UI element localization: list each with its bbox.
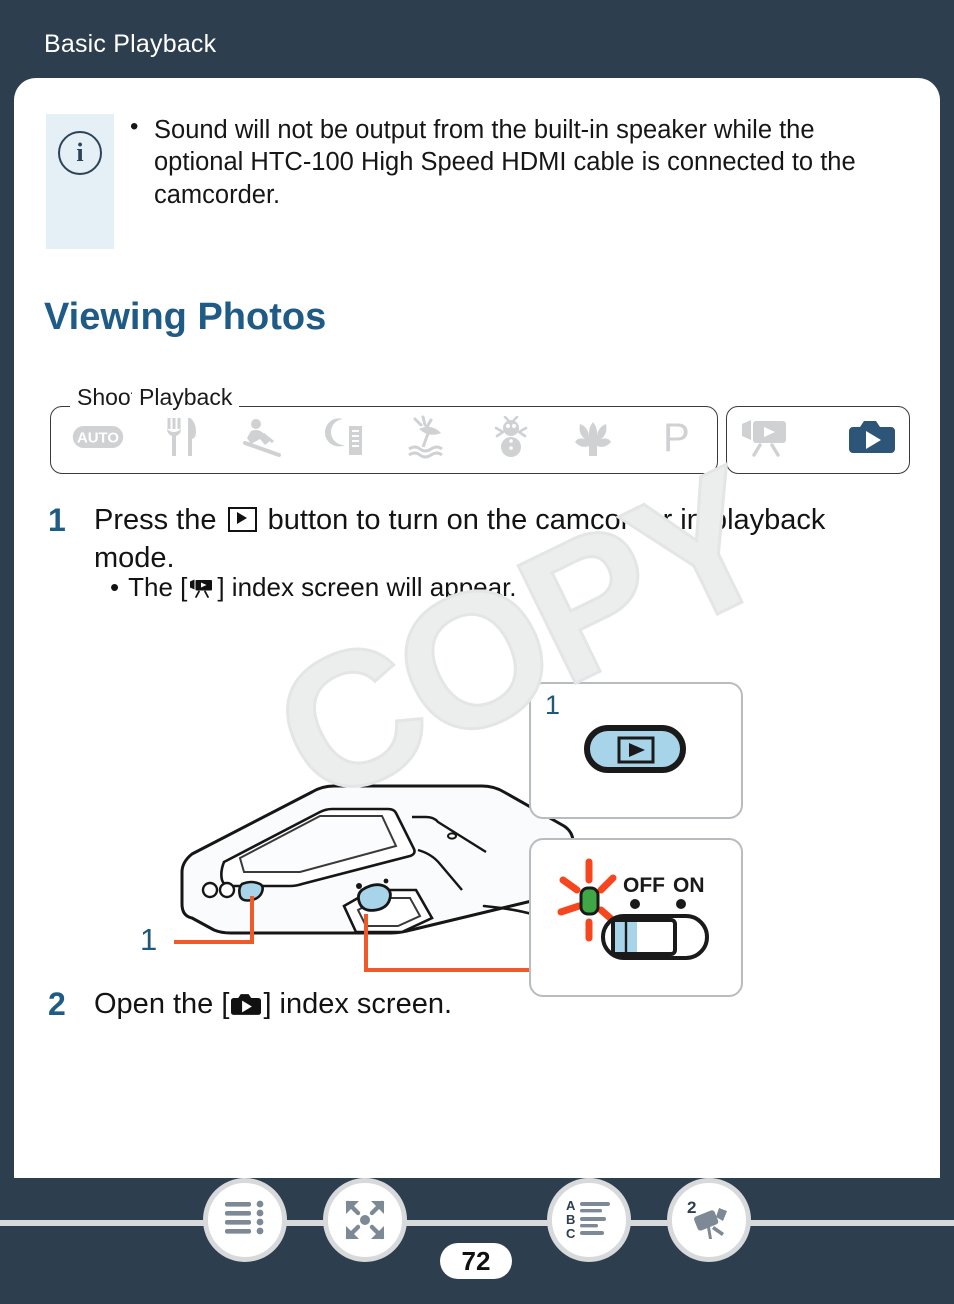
step-2: 2 Open the [ ] index screen.	[48, 986, 848, 1028]
footer-divider	[0, 1220, 954, 1226]
page-body: COPY i Sound will not be output from the…	[14, 78, 940, 1178]
substep-text-after: ] index screen will appear.	[217, 572, 517, 602]
shooting-mode-icons: AUTO P	[72, 415, 702, 459]
snow-mode-icon	[485, 416, 537, 458]
footer-navigation: ABC 2	[0, 1178, 954, 1304]
camera-section-button[interactable]: 2	[667, 1178, 751, 1262]
step-2-number: 2	[48, 986, 66, 1022]
expand-arrows-icon	[345, 1200, 385, 1240]
playback-mode-icons	[740, 416, 898, 458]
step-1: 1 Press the button to turn on the camcor…	[48, 502, 908, 577]
substep-bullet: •	[110, 572, 120, 602]
svg-text:B: B	[566, 1212, 575, 1227]
table-of-contents-icon	[225, 1200, 264, 1235]
page-title: Viewing Photos	[44, 296, 327, 338]
photo-index-glyph	[231, 990, 262, 1028]
camera-section-badge: 2	[687, 1198, 696, 1217]
beach-mode-icon	[402, 415, 454, 459]
expand-view-button[interactable]	[323, 1178, 407, 1262]
callout-power-switch: OFF ON	[529, 838, 743, 997]
chapter-title: Basic Playback	[44, 30, 217, 58]
svg-text:A: A	[566, 1199, 576, 1213]
leader-label-1: 1	[140, 922, 158, 957]
info-note-body: Sound will not be output from the built-…	[128, 112, 898, 211]
svg-text:C: C	[566, 1226, 576, 1241]
photo-playback-icon	[846, 416, 898, 458]
movie-index-glyph	[189, 576, 215, 607]
step-2-text: Open the [ ] index screen.	[94, 986, 452, 1028]
auto-mode-icon: AUTO	[72, 416, 124, 458]
step-1-text: Press the button to turn on the camcorde…	[94, 502, 884, 577]
info-note: i Sound will not be output from the buil…	[46, 112, 898, 249]
callout-1-number: 1	[545, 690, 561, 720]
info-circle-icon: i	[58, 131, 102, 175]
program-mode-icon: P	[650, 416, 702, 458]
svg-text:P: P	[663, 416, 690, 458]
abc-index-icon: ABC	[566, 1199, 610, 1241]
switch-on-label: ON	[673, 874, 705, 897]
step-2-text-after: ] index screen.	[263, 988, 453, 1020]
step-1-text-before: Press the	[94, 504, 217, 536]
sports-mode-icon	[237, 416, 289, 458]
info-note-icon-panel: i	[46, 114, 114, 249]
alphabetical-index-button[interactable]: ABC	[547, 1178, 631, 1262]
power-led-icon	[579, 886, 600, 916]
svg-text:AUTO: AUTO	[77, 430, 119, 447]
night-scene-mode-icon	[320, 416, 372, 458]
play-button-icon	[584, 725, 686, 773]
step-2-text-before: Open the [	[94, 988, 230, 1020]
page-number-badge: 72	[440, 1243, 512, 1279]
movie-playback-icon	[740, 416, 792, 458]
play-button-glyph	[227, 507, 257, 532]
substep-text-before: The [	[128, 572, 188, 602]
callout-playback-button: 1	[529, 682, 743, 819]
food-mode-icon	[155, 416, 207, 458]
info-note-text: Sound will not be output from the built-…	[128, 112, 898, 211]
playback-mode-label: Playback	[132, 384, 240, 411]
switch-off-label: OFF	[623, 874, 665, 897]
table-of-contents-button[interactable]	[203, 1178, 287, 1262]
macro-mode-icon	[567, 416, 619, 458]
camcorder-icon: 2	[687, 1198, 727, 1239]
step-1-substep: • The [ ] index screen will appear.	[110, 572, 517, 607]
step-1-number: 1	[48, 502, 66, 538]
mode-bar: Shooting mode Playback AUTO	[50, 384, 910, 476]
